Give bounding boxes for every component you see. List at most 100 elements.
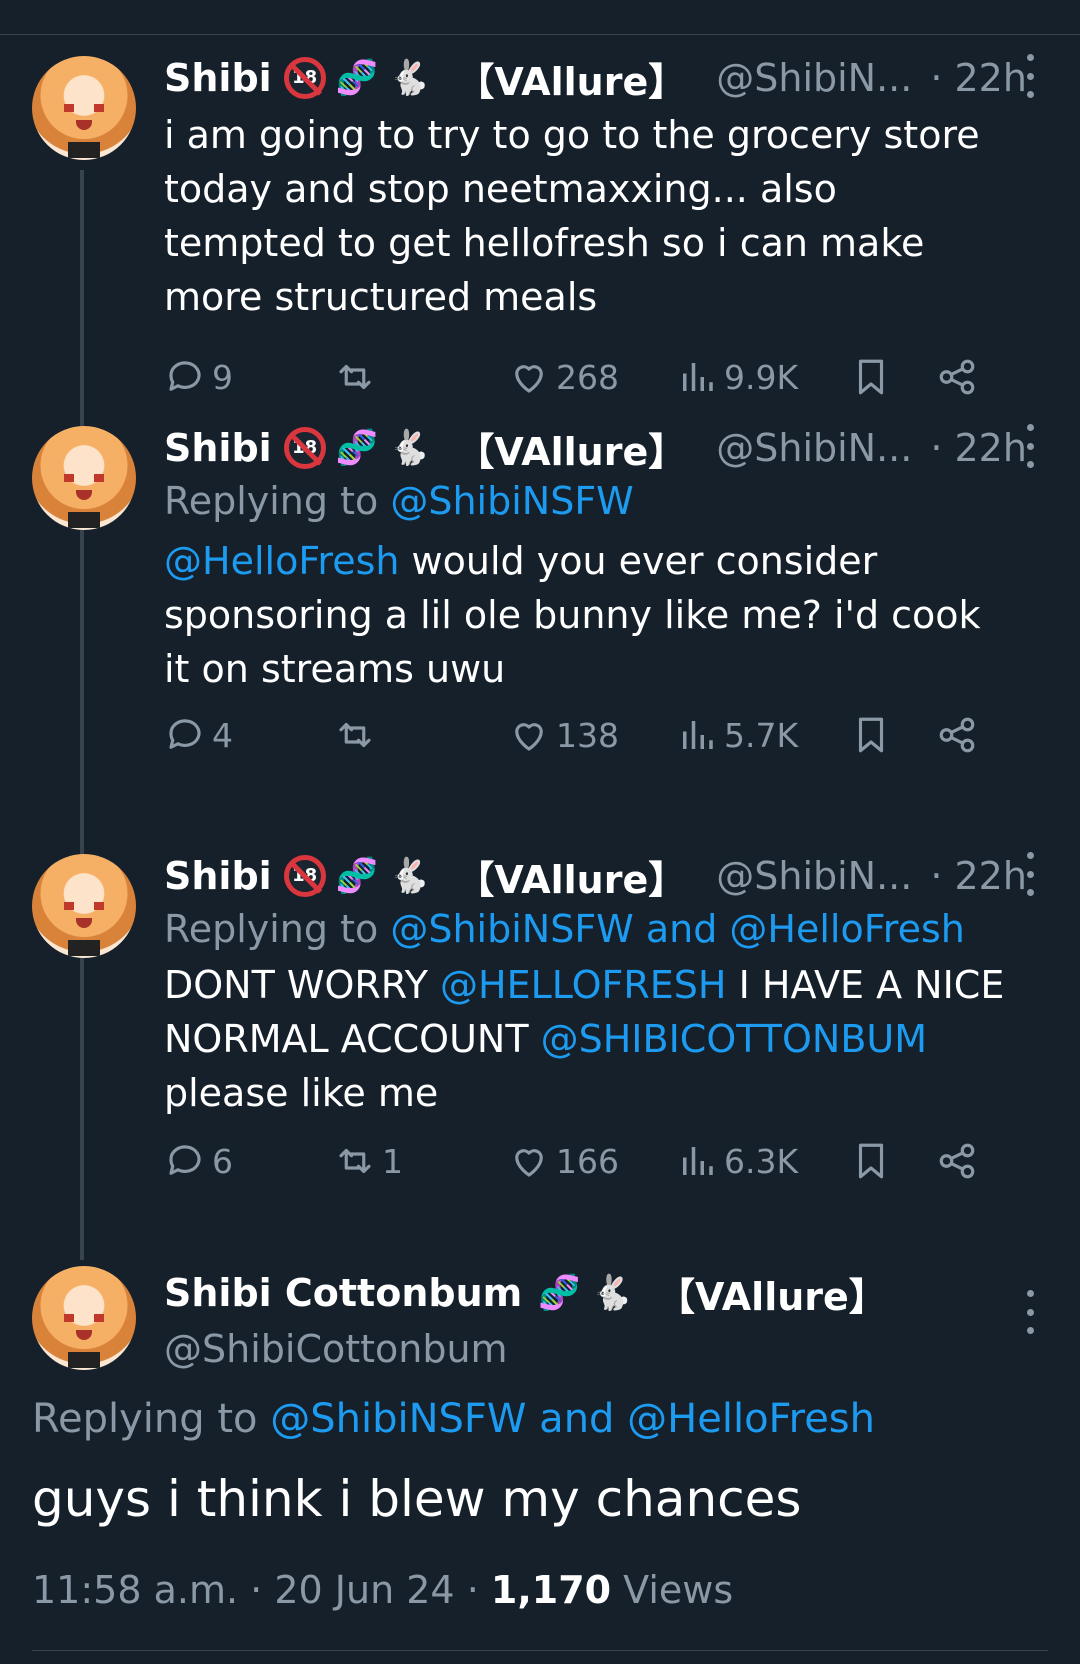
- views-label: Views: [623, 1568, 734, 1612]
- no-18-icon: 18: [283, 427, 326, 469]
- action-bar: 9 268 9.9K: [164, 352, 1040, 402]
- retweet-button[interactable]: [334, 714, 382, 756]
- reply-count: 4: [212, 715, 233, 755]
- avatar[interactable]: [32, 426, 136, 530]
- retweet-icon: [339, 722, 371, 748]
- reply-button[interactable]: 9: [164, 356, 233, 398]
- heart-icon: [515, 1149, 543, 1177]
- tweet-header: Shibi 18 🧬 🐇 【VAllure】 @ShibiN... · 22h: [164, 50, 1040, 106]
- display-name[interactable]: Shibi: [164, 854, 272, 898]
- username[interactable]: @ShibiN...: [716, 56, 912, 100]
- replying-to: Replying to @ShibiNSFW and @HelloFresh: [32, 1396, 875, 1442]
- replying-to: Replying to @ShibiNSFW and @HelloFresh: [164, 902, 1040, 956]
- views-icon: [683, 721, 713, 749]
- reply-button[interactable]: 6: [164, 1140, 233, 1182]
- reply-count: 6: [212, 1141, 233, 1181]
- display-name-tag: 【VAllure】: [456, 429, 687, 474]
- reply-button[interactable]: 4: [164, 714, 233, 756]
- views-count: 6.3K: [724, 1141, 799, 1181]
- retweet-count: 1: [382, 1141, 403, 1181]
- retweet-icon: [339, 1148, 371, 1174]
- dna-icon: 🧬: [335, 856, 379, 896]
- avatar[interactable]: [32, 1266, 136, 1370]
- tweet-body-1: DONT WORRY: [164, 963, 441, 1007]
- like-button[interactable]: 138: [508, 714, 619, 756]
- bookmark-icon: [858, 1143, 884, 1179]
- like-count: 268: [556, 357, 619, 397]
- reply-mention-link[interactable]: @ShibiNSFW and @HelloFresh: [270, 1396, 875, 1442]
- tweet-time[interactable]: 11:58 a.m.: [32, 1568, 238, 1612]
- mention-link[interactable]: @HelloFresh: [164, 539, 399, 583]
- dna-icon: 🧬: [335, 58, 379, 98]
- replying-to-label: Replying to: [32, 1396, 258, 1442]
- dna-icon: 🧬: [538, 1273, 581, 1313]
- more-icon[interactable]: [1020, 424, 1040, 468]
- views-button[interactable]: 6.3K: [676, 1140, 798, 1182]
- like-button[interactable]: 268: [508, 356, 619, 398]
- display-name[interactable]: Shibi Cottonbum: [164, 1271, 522, 1315]
- tweet-body-3: please like me: [164, 1071, 439, 1115]
- reply-mention-link[interactable]: @ShibiNSFW: [390, 479, 633, 523]
- avatar[interactable]: [32, 854, 136, 958]
- reply-icon: [169, 1145, 201, 1175]
- bookmark-button[interactable]: [850, 356, 898, 398]
- mention-link[interactable]: @HELLOFRESH: [440, 963, 726, 1007]
- bookmark-icon: [858, 717, 884, 753]
- tweet-text: guys i think i blew my chances: [32, 1470, 802, 1528]
- top-divider: [0, 34, 1080, 35]
- tweet-header: Shibi Cottonbum 🧬 🐇 【VAllure】: [164, 1268, 887, 1319]
- action-bar: 6 1 166 6.3K: [164, 1136, 1040, 1186]
- like-count: 166: [556, 1141, 619, 1181]
- display-name[interactable]: Shibi: [164, 426, 272, 470]
- display-name[interactable]: Shibi: [164, 56, 272, 100]
- more-icon[interactable]: [1020, 852, 1040, 896]
- rabbit-icon: 🐇: [388, 58, 431, 98]
- more-icon[interactable]: [1020, 1290, 1040, 1334]
- reply-icon: [169, 361, 201, 391]
- retweet-button[interactable]: 1: [334, 1140, 403, 1182]
- rabbit-icon: 🐇: [388, 428, 431, 468]
- username[interactable]: @ShibiN...: [716, 426, 912, 470]
- views-button[interactable]: 5.7K: [676, 714, 798, 756]
- dna-icon: 🧬: [335, 428, 379, 468]
- tweet-text: @HelloFresh would you ever consider spon…: [164, 534, 1004, 696]
- more-icon[interactable]: [1020, 54, 1040, 98]
- share-icon: [939, 359, 975, 395]
- share-icon: [939, 717, 975, 753]
- bookmark-button[interactable]: [850, 714, 898, 756]
- bookmark-button[interactable]: [850, 1140, 898, 1182]
- views-button[interactable]: 9.9K: [676, 356, 798, 398]
- share-button[interactable]: [936, 1140, 984, 1182]
- replying-to-label: Replying to: [164, 907, 379, 951]
- mention-link[interactable]: @SHIBICOTTONBUM: [541, 1017, 927, 1061]
- views-count: 1,170: [490, 1568, 612, 1612]
- share-button[interactable]: [936, 714, 984, 756]
- bookmark-icon: [858, 359, 884, 395]
- no-18-icon: 18: [283, 855, 326, 897]
- reply-icon: [169, 719, 201, 749]
- views-icon: [683, 1147, 713, 1175]
- retweet-icon: [339, 364, 371, 390]
- rabbit-icon: 🐇: [388, 856, 431, 896]
- replying-to-label: Replying to: [164, 479, 379, 523]
- username[interactable]: @ShibiCottonbum: [164, 1324, 887, 1374]
- timestamp[interactable]: · 22h: [930, 426, 1027, 470]
- timestamp[interactable]: · 22h: [930, 854, 1027, 898]
- tweet-text: i am going to try to go to the grocery s…: [164, 113, 980, 319]
- username[interactable]: @ShibiN...: [716, 854, 912, 898]
- tweet-date[interactable]: 20 Jun 24: [274, 1568, 454, 1612]
- like-button[interactable]: 166: [508, 1140, 619, 1182]
- timestamp[interactable]: · 22h: [930, 56, 1027, 100]
- meta-separator: ·: [250, 1568, 263, 1612]
- heart-icon: [515, 723, 543, 751]
- replying-to: Replying to @ShibiNSFW: [164, 474, 1040, 528]
- retweet-button[interactable]: [334, 356, 382, 398]
- share-button[interactable]: [936, 356, 984, 398]
- reply-count: 9: [212, 357, 233, 397]
- avatar[interactable]: [32, 56, 136, 160]
- tweet-header: Shibi 18 🧬 🐇 【VAllure】 @ShibiN... · 22h: [164, 420, 1040, 476]
- tweet-meta: 11:58 a.m. · 20 Jun 24 · 1,170 Views: [32, 1568, 733, 1612]
- display-name-tag: 【VAllure】: [456, 59, 687, 104]
- reply-mention-link[interactable]: @ShibiNSFW and @HelloFresh: [390, 907, 965, 951]
- meta-separator: ·: [466, 1568, 479, 1612]
